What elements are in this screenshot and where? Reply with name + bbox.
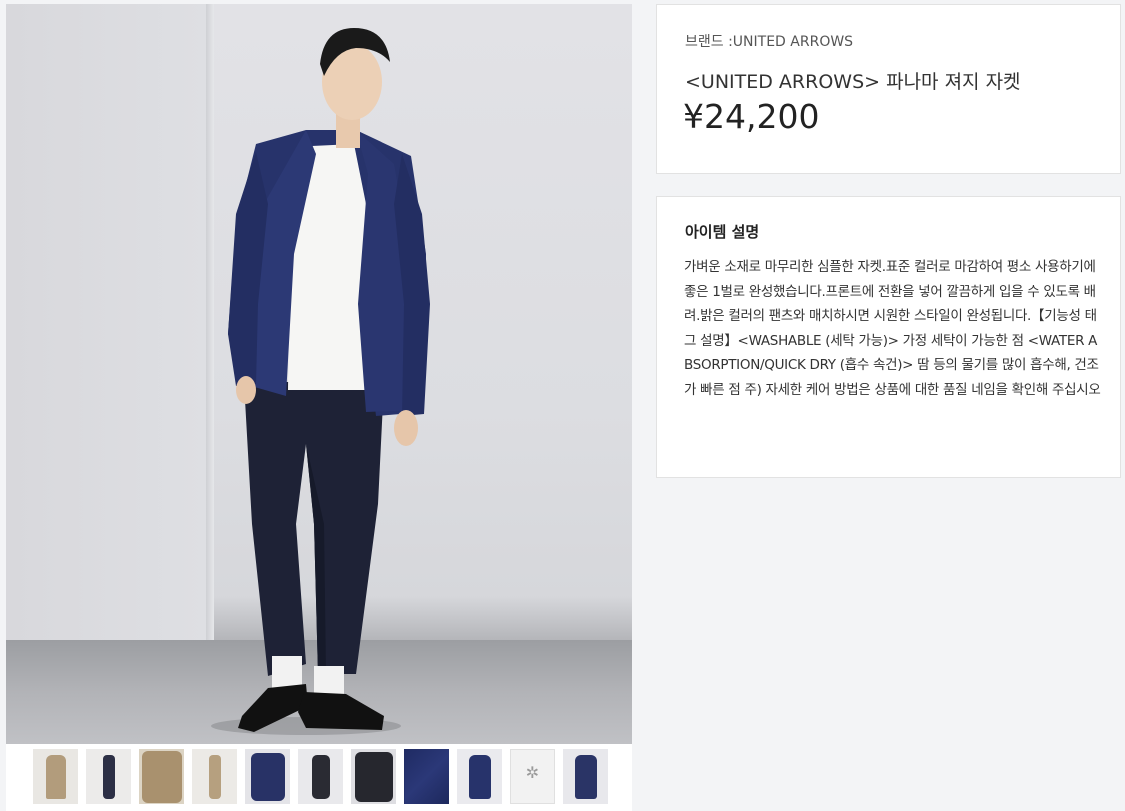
navy-jacket-front-thumbnail bbox=[468, 755, 491, 799]
dark-jacket-detail-thumbnail bbox=[354, 752, 393, 802]
main-product-image[interactable] bbox=[6, 4, 632, 744]
model-figure-illustration bbox=[211, 28, 430, 735]
care-label-thumbnail: ✲ bbox=[525, 763, 540, 782]
description-body: 가벼운 소재로 마무리한 심플한 자켓.표준 컬러로 마감하여 평소 사용하기에… bbox=[684, 259, 1101, 398]
beige-jacket-detail-thumbnail bbox=[141, 751, 182, 803]
product-name: <UNITED ARROWS> 파나마 져지 자켓 bbox=[685, 71, 1021, 93]
thumbnail-4[interactable] bbox=[245, 749, 290, 804]
dark-jacket-model-thumbnail bbox=[311, 755, 330, 799]
navy-jacket-model-thumbnail bbox=[574, 755, 597, 799]
thumbnail-7[interactable] bbox=[404, 749, 449, 804]
thumbnail-0[interactable] bbox=[33, 749, 78, 804]
thumbnail-3[interactable] bbox=[192, 749, 237, 804]
thumbnail-8[interactable] bbox=[457, 749, 502, 804]
item-description-card: 아이템 설명 가벼운 소재로 마무리한 심플한 자켓.표준 컬러로 마감하여 평… bbox=[656, 196, 1121, 478]
brand-label[interactable]: 브랜드 :UNITED ARROWS bbox=[685, 31, 853, 51]
product-info-card: 브랜드 :UNITED ARROWS <UNITED ARROWS> 파나마 져… bbox=[656, 4, 1121, 174]
thumbnail-5[interactable] bbox=[298, 749, 343, 804]
thumbnail-10[interactable] bbox=[563, 749, 608, 804]
thumbnail-1[interactable] bbox=[86, 749, 131, 804]
navy-full-body-thumbnail bbox=[102, 755, 115, 799]
navy-fabric-closeup-thumbnail bbox=[404, 749, 449, 804]
beige-full-body-thumbnail bbox=[208, 755, 221, 799]
description-title: 아이템 설명 bbox=[685, 223, 760, 241]
thumbnail-9[interactable]: ✲ bbox=[510, 749, 555, 804]
product-price: ¥24,200 bbox=[683, 97, 820, 136]
beige-jacket-model-thumbnail bbox=[45, 755, 66, 799]
thumbnail-strip: ✲ bbox=[6, 744, 632, 811]
thumbnail-2[interactable] bbox=[139, 749, 184, 804]
navy-jacket-detail-thumbnail bbox=[250, 753, 285, 801]
thumbnail-6[interactable] bbox=[351, 749, 396, 804]
